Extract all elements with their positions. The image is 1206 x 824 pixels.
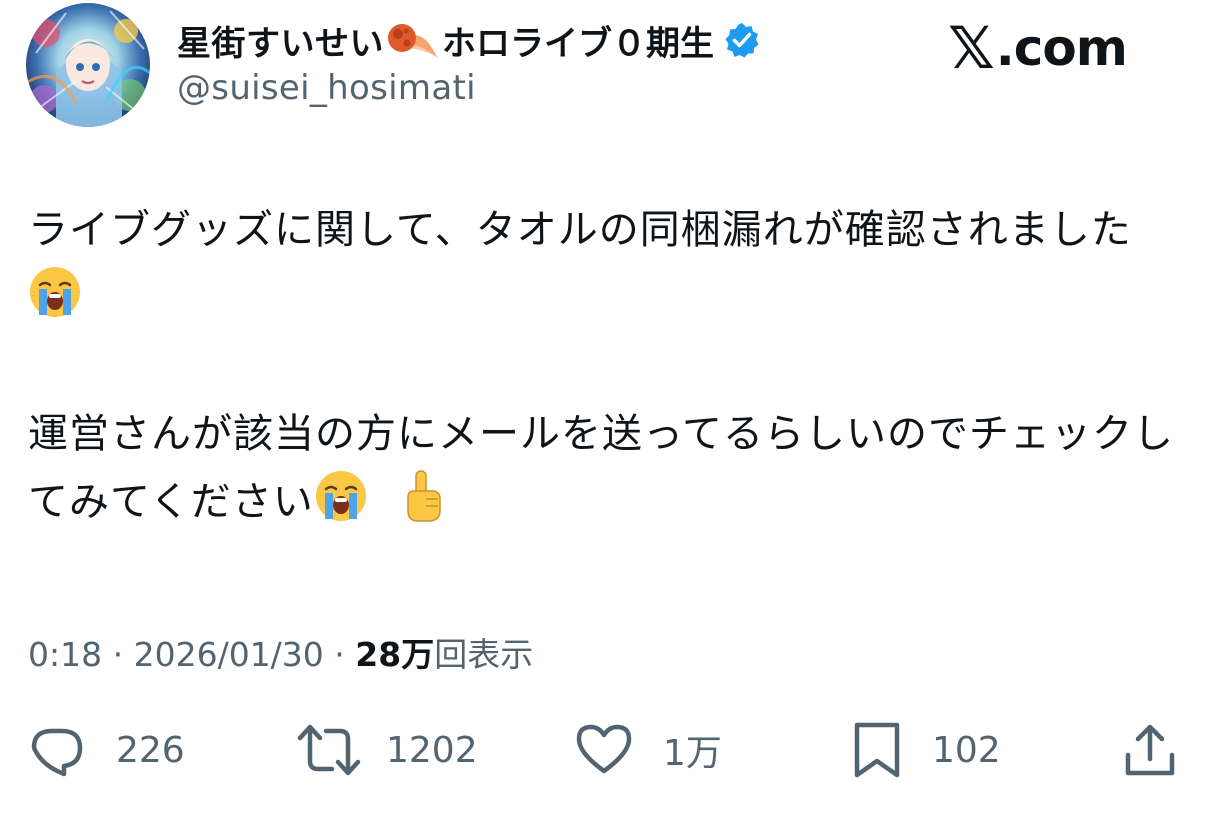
meta-separator: ·	[102, 635, 134, 674]
brand-domain: .com	[995, 19, 1128, 77]
x-logo-icon: 𝕏	[948, 14, 995, 82]
share-button[interactable]	[1124, 715, 1176, 785]
tweet-paragraph-1: ライブグッズに関して、タオルの同梱漏れが確認されました	[28, 196, 1178, 332]
share-icon	[1125, 724, 1175, 776]
like-button[interactable]: 1万	[575, 715, 722, 785]
crying-face-icon	[28, 265, 82, 319]
display-name-suffix[interactable]: ホロライブ０期生	[442, 16, 714, 65]
repost-button[interactable]: 1202	[296, 715, 478, 785]
reply-count: 226	[116, 729, 185, 771]
tweet-date[interactable]: 2026/01/30	[134, 635, 324, 674]
bookmark-icon	[854, 722, 900, 778]
tweet-time[interactable]: 0:18	[28, 635, 102, 674]
meta-separator: ·	[323, 635, 356, 674]
bookmark-count: 102	[932, 729, 1001, 771]
display-name-row[interactable]: 星街すいせい ホロライブ０期生	[177, 14, 760, 66]
verified-badge-icon	[724, 22, 760, 58]
repost-count: 1202	[386, 729, 478, 771]
reply-icon	[31, 728, 83, 777]
display-name[interactable]: 星街すいせい	[177, 16, 384, 65]
avatar[interactable]	[26, 3, 150, 127]
views-count: 28万	[355, 635, 435, 674]
heart-icon	[576, 724, 632, 774]
user-handle[interactable]: @suisei_hosimati	[177, 68, 476, 108]
pointing-up-icon	[396, 469, 450, 523]
tweet-meta: 0:18 · 2026/01/30 · 28万回表示	[28, 628, 533, 676]
paragraph-1-text: ライブグッズに関して、タオルの同梱漏れが確認されました	[28, 207, 1132, 253]
crying-face-icon	[314, 469, 368, 523]
tweet-text: ライブグッズに関して、タオルの同梱漏れが確認されました 運営さんが該当の方にメー…	[28, 196, 1178, 536]
tweet-card: 星街すいせい ホロライブ０期生 @suisei_hosimati 𝕏 .com …	[0, 0, 1206, 824]
paragraph-2-text: 運営さんが該当の方にメールを送ってるらしいのでチェックしてみてください	[28, 411, 1174, 525]
tweet-paragraph-2: 運営さんが該当の方にメールを送ってるらしいのでチェックしてみてください	[28, 400, 1178, 536]
like-count: 1万	[663, 733, 722, 774]
repost-icon	[297, 724, 361, 776]
views-label: 回表示	[434, 635, 534, 674]
brand-logo: 𝕏 .com	[948, 14, 1128, 82]
action-bar: 226 1202 1万 102	[0, 715, 1206, 785]
comet-icon	[384, 18, 440, 62]
reply-button[interactable]: 226	[28, 715, 185, 785]
bookmark-button[interactable]: 102	[852, 715, 1001, 785]
